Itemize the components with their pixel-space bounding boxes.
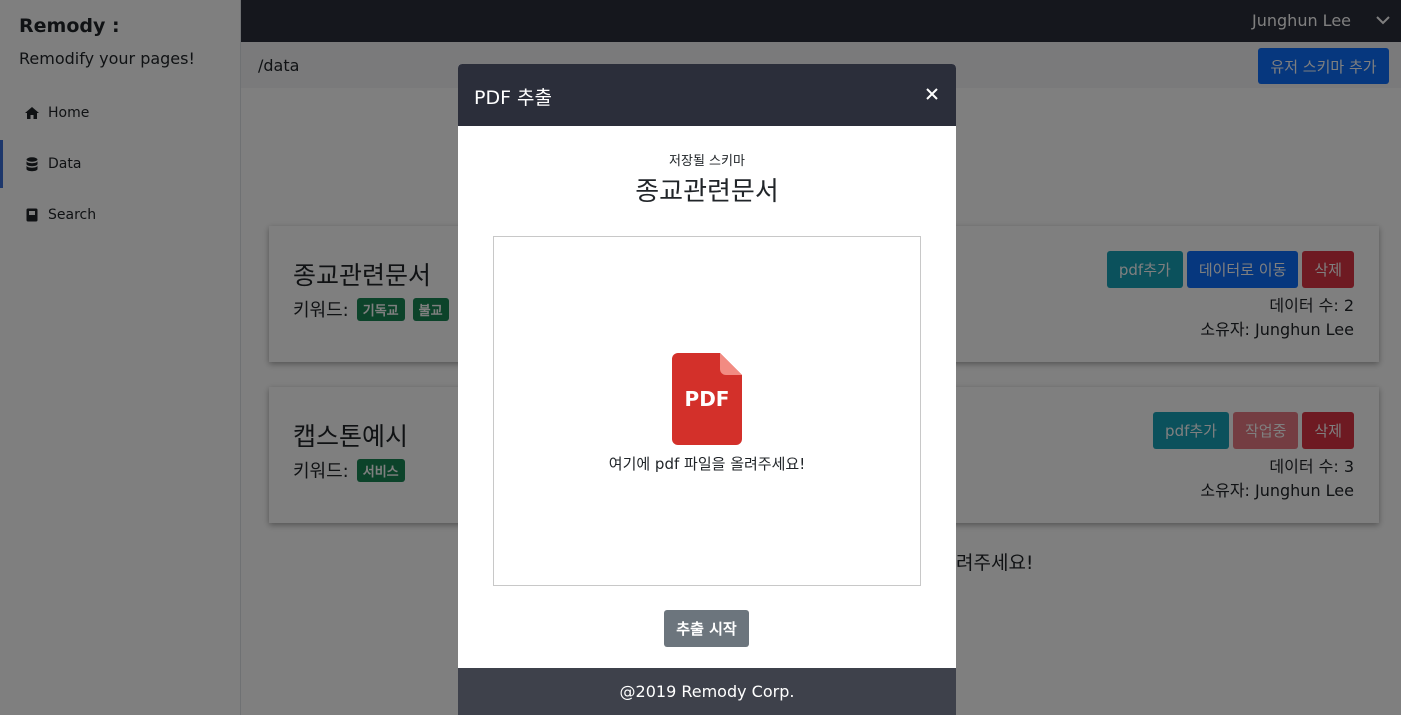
pdf-dropzone[interactable]: PDF 여기에 pdf 파일을 올려주세요! (493, 236, 921, 586)
schema-label: 저장될 스키마 (669, 154, 745, 169)
close-icon[interactable] (924, 86, 940, 102)
pdf-extract-modal: PDF 추출 저장될 스키마 종교관련문서 PDF 여기에 pdf 파일을 올려… (458, 64, 956, 715)
start-extract-button[interactable]: 추출 시작 (664, 610, 749, 647)
modal-header: PDF 추출 (458, 64, 956, 126)
modal-footer: @2019 Remody Corp. (458, 668, 956, 715)
pdf-icon-text: PDF (684, 387, 730, 411)
modal-title: PDF 추출 (474, 87, 553, 109)
schema-name: 종교관련문서 (635, 177, 779, 207)
footer-text: @2019 Remody Corp. (619, 682, 795, 701)
dropzone-text: 여기에 pdf 파일을 올려주세요! (608, 455, 806, 473)
